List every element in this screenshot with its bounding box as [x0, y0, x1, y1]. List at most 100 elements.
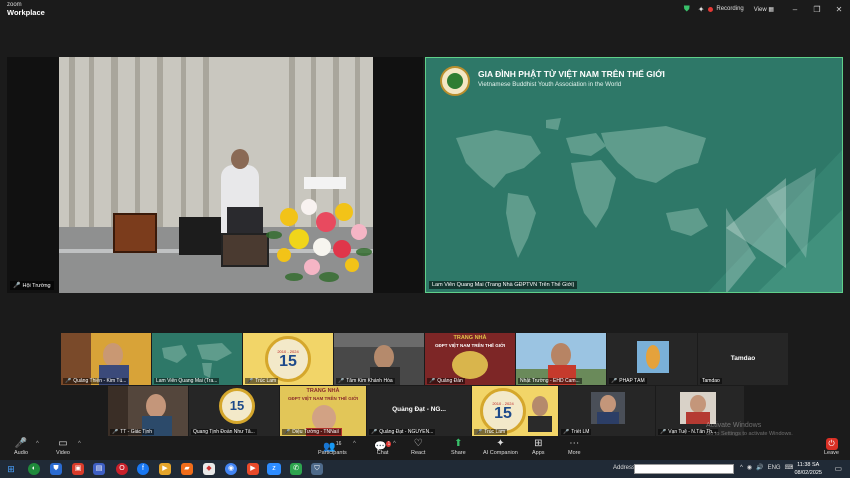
audio-button[interactable]: 🎤 Audio: [14, 438, 28, 456]
org-title: GIA ĐÌNH PHẬT TỬ VIỆT NAM TRÊN THẾ GIỚI: [478, 69, 665, 79]
participant-name-tag: Lam Viên Quang Mai (Trang Nhà GĐPTVN Trê…: [429, 281, 578, 289]
more-button[interactable]: ⋯ More: [568, 438, 581, 456]
mic-muted-icon: 🎤: [338, 378, 345, 384]
participant-name-tag: 🎤 TT - Giác Tịnh: [110, 429, 155, 435]
leave-button[interactable]: ⏻ Leave: [824, 438, 839, 456]
badge-number: 15: [279, 352, 297, 370]
title-bar: zoom Workplace ⛊ ✦ Recording View ▦ – ❐ …: [0, 0, 850, 18]
zoom-taskbar-icon[interactable]: z: [267, 463, 281, 475]
language-indicator[interactable]: ENG: [768, 465, 781, 471]
video-button[interactable]: ▭ Video: [56, 438, 70, 456]
participants-button[interactable]: 👥16 Participants: [318, 438, 347, 456]
gdpt-logo: [440, 66, 470, 96]
chat-label: Chat: [376, 450, 389, 456]
apps-button[interactable]: ⊞ Apps: [532, 438, 545, 456]
participants-icon: 👥16: [323, 441, 342, 453]
gallery-tile[interactable]: Tamdao Tamdao: [698, 333, 788, 385]
chrome-icon[interactable]: ◉: [225, 463, 237, 475]
facebook-icon[interactable]: f: [137, 463, 149, 475]
anniversary-badge: 15: [219, 388, 255, 424]
dashboard-app-icon[interactable]: ▤: [93, 463, 105, 475]
participant-name: PHÁP TÂM: [619, 378, 645, 384]
recording-dot-icon: [708, 6, 714, 12]
watermark-line1: Activate Windows: [706, 422, 762, 429]
gallery-tile[interactable]: 🎤 Triết LM: [559, 386, 655, 436]
chat-caret-icon[interactable]: ^: [393, 441, 396, 447]
taskbar-clock[interactable]: 11:38 SA 08/02/2025: [794, 461, 822, 477]
system-tray: ^ ◉ 🔊 ENG ⌨: [740, 464, 794, 472]
volume-icon[interactable]: 🔊: [756, 464, 763, 471]
opera-icon[interactable]: O: [116, 463, 128, 475]
recording-indicator[interactable]: Recording: [708, 6, 744, 12]
phone-app-icon[interactable]: ✆: [290, 463, 302, 475]
audio-label: Audio: [14, 450, 29, 456]
share-button[interactable]: ⬆ Share: [451, 438, 466, 456]
gallery-tile[interactable]: 🎤 Quảng Thiện - Kim Tú...: [61, 333, 151, 385]
keyboard-icon[interactable]: ⌨: [785, 464, 794, 471]
minimize-button[interactable]: –: [784, 5, 806, 14]
gallery-tile[interactable]: Nhật Trường - EHD Cam...: [516, 333, 606, 385]
security-app-icon[interactable]: ⛉: [311, 463, 323, 475]
gallery-tile[interactable]: 15 Quang Tịnh Đoàn Như Tâ...: [189, 386, 279, 436]
participant-name-tag: Nhật Trường - EHD Cam...: [518, 378, 582, 384]
pdf-app-icon[interactable]: ◆: [203, 463, 215, 475]
slides-app-icon[interactable]: ▶: [159, 463, 171, 475]
shield-app-icon[interactable]: ⛊: [50, 463, 62, 475]
react-button[interactable]: ♡ React: [411, 438, 425, 456]
chat-icon: 💬1: [374, 441, 392, 453]
leave-label: Leave: [824, 450, 839, 456]
gallery-tile[interactable]: TRANG NHÀ GĐPT VIỆT NAM TRÊN THẾ GIỚI 🎤 D…: [280, 386, 366, 436]
participants-caret-icon[interactable]: ^: [353, 441, 356, 447]
clock-time: 11:38 SA: [797, 462, 820, 468]
main-video-right[interactable]: GIA ĐÌNH PHẬT TỬ VIỆT NAM TRÊN THẾ GIỚI …: [425, 57, 843, 293]
sparkle-icon[interactable]: ✦: [698, 5, 705, 14]
chat-button[interactable]: 💬1 Chat: [374, 438, 392, 456]
participants-count: 16: [335, 441, 342, 447]
logo-line-workplace: Workplace: [7, 8, 45, 17]
folder-app-icon[interactable]: ▰: [181, 463, 193, 475]
participant-name-center: Tamdao: [730, 355, 756, 362]
view-button[interactable]: View ▦: [754, 6, 774, 13]
mic-muted-icon: 🎤: [476, 429, 483, 435]
gallery-tile[interactable]: 🎤 PHÁP TÂM: [607, 333, 697, 385]
media-app-icon[interactable]: ▣: [72, 463, 84, 475]
start-icon[interactable]: ⊞: [5, 463, 17, 475]
shield-icon[interactable]: ⛊: [684, 4, 690, 14]
mic-muted-icon: 🎤: [65, 378, 72, 384]
share-screen-icon: ⬆: [454, 438, 463, 449]
ai-companion-button[interactable]: ✦ AI Companion: [483, 438, 518, 456]
mic-muted-icon: 🎤: [563, 429, 570, 435]
speaker-head: [231, 149, 249, 169]
network-icon[interactable]: ◉: [747, 464, 752, 471]
gallery-tile[interactable]: 🎤 Tâm Kim Khánh Hòa: [334, 333, 424, 385]
mic-muted-icon: 🎤: [660, 429, 667, 435]
badge-number: 15: [229, 398, 245, 413]
gallery-tile[interactable]: Lam Viên Quang Mai (Tra...: [152, 333, 242, 385]
participant-name-tag: 🎤 Hội Trường: [10, 281, 54, 290]
participant-name-tag: 🎤 Trúc Lam: [474, 429, 508, 435]
gallery-tile[interactable]: 2010 - 2024 15 🎤 Trúc Lam: [472, 386, 558, 436]
participant-name: Tamdao: [702, 378, 720, 384]
trang-nha-header: TRANG NHÀ: [453, 335, 487, 341]
participant-name-tag: 🎤 Quảng Đạt - NGUYEN...: [369, 429, 436, 435]
notification-icon[interactable]: ▭: [834, 464, 842, 473]
media-player-icon[interactable]: ▶: [247, 463, 259, 475]
audio-caret-icon[interactable]: ^: [36, 441, 39, 447]
gallery-tile[interactable]: TRANG NHÀ GĐPT VIỆT NAM TRÊN THẾ GIỚI 🎤 Q…: [425, 333, 515, 385]
video-caret-icon[interactable]: ^: [78, 441, 81, 447]
more-label: More: [568, 450, 581, 456]
main-video-left[interactable]: 🎤 Hội Trường: [7, 57, 423, 293]
gallery-tile[interactable]: Quảng Đạt - NG... 🎤 Quảng Đạt - NGUYEN...: [367, 386, 471, 436]
participant-name: TT - Giác Tịnh: [120, 429, 153, 435]
gallery-tile[interactable]: 2010 - 2024 15 🎤 Trúc Lam: [243, 333, 333, 385]
restore-button[interactable]: ❐: [806, 5, 828, 14]
address-input[interactable]: [634, 464, 734, 474]
app-icon-green[interactable]: ◐: [28, 463, 40, 475]
close-button[interactable]: ✕: [828, 5, 850, 14]
participant-name: Quảng Thiện - Kim Tú...: [73, 378, 127, 384]
tray-chevron-icon[interactable]: ^: [740, 465, 743, 471]
participant-name-tag: 🎤 Diệu Tường - TNNail: [282, 429, 341, 435]
gallery-tile[interactable]: 🎤 TT - Giác Tịnh: [108, 386, 188, 436]
participant-name-tag: 🎤 Trúc Lam: [245, 378, 279, 384]
chat-badge: 1: [386, 441, 392, 447]
